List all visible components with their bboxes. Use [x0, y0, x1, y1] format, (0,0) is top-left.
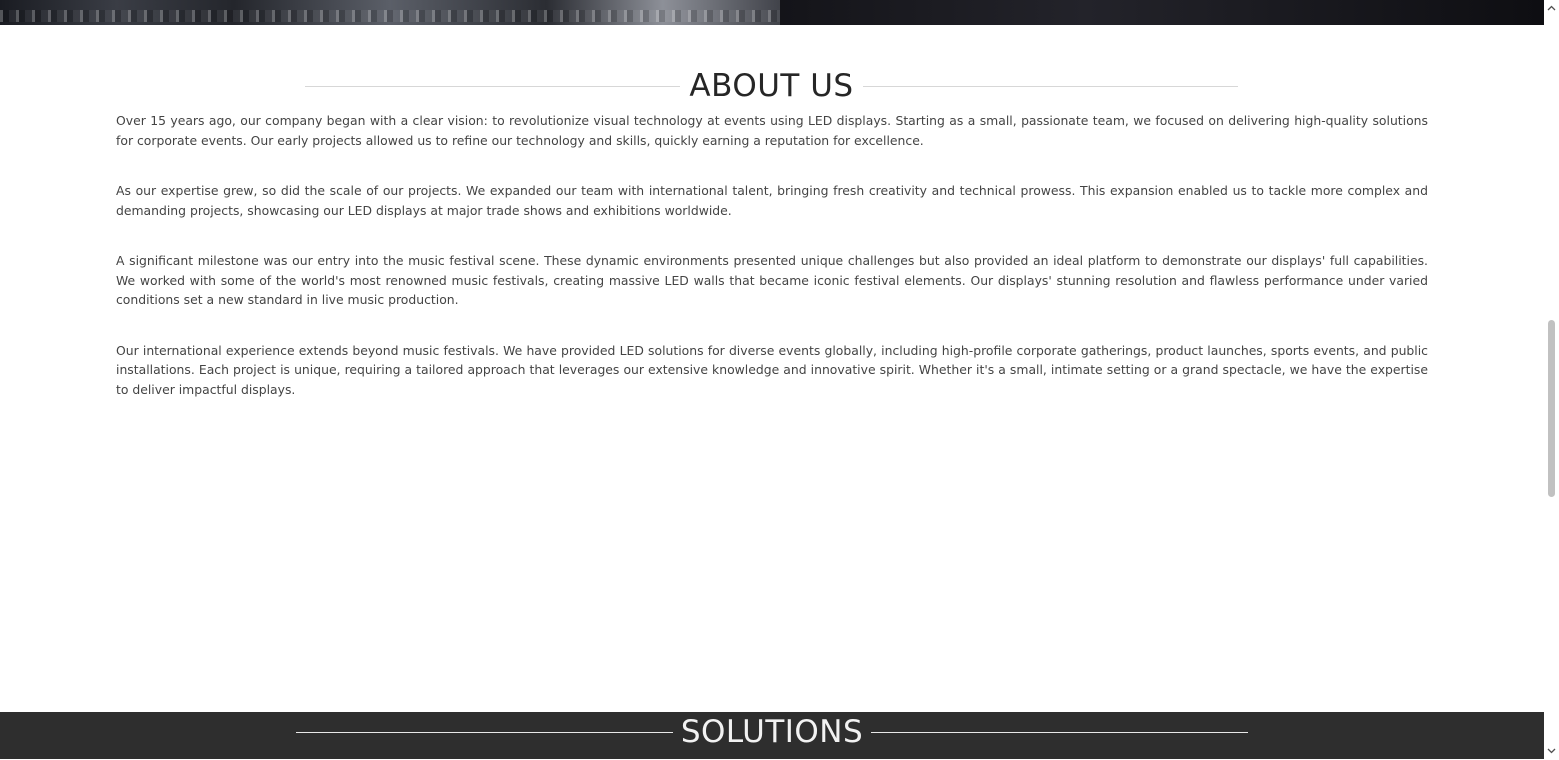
hero-image-left [0, 0, 780, 25]
about-text: Over 15 years ago, our company began wit… [116, 111, 1428, 430]
scrollbar-thumb[interactable] [1548, 320, 1555, 497]
chevron-up-icon[interactable] [1544, 0, 1559, 15]
heading-divider-right [862, 85, 1238, 87]
hero-image [0, 0, 1544, 25]
about-paragraph-1: Over 15 years ago, our company began wit… [116, 113, 1428, 148]
about-paragraph-3: A significant milestone was our entry in… [116, 253, 1428, 307]
heading-divider-left [305, 85, 681, 87]
solutions-heading: SOLUTIONS [296, 712, 1248, 752]
solutions-title: SOLUTIONS [680, 714, 864, 750]
solutions-section: SOLUTIONS [0, 712, 1544, 759]
hero-image-right [780, 0, 1544, 25]
about-heading: ABOUT US [305, 62, 1238, 110]
heading-divider-left [296, 731, 673, 733]
heading-divider-right [871, 731, 1248, 733]
about-paragraph-2: As our expertise grew, so did the scale … [116, 183, 1428, 218]
about-title: ABOUT US [689, 68, 854, 104]
page-scrollbar[interactable] [1544, 0, 1559, 759]
chevron-down-icon[interactable] [1544, 744, 1559, 759]
about-paragraph-4: Our international experience extends bey… [116, 342, 1428, 397]
